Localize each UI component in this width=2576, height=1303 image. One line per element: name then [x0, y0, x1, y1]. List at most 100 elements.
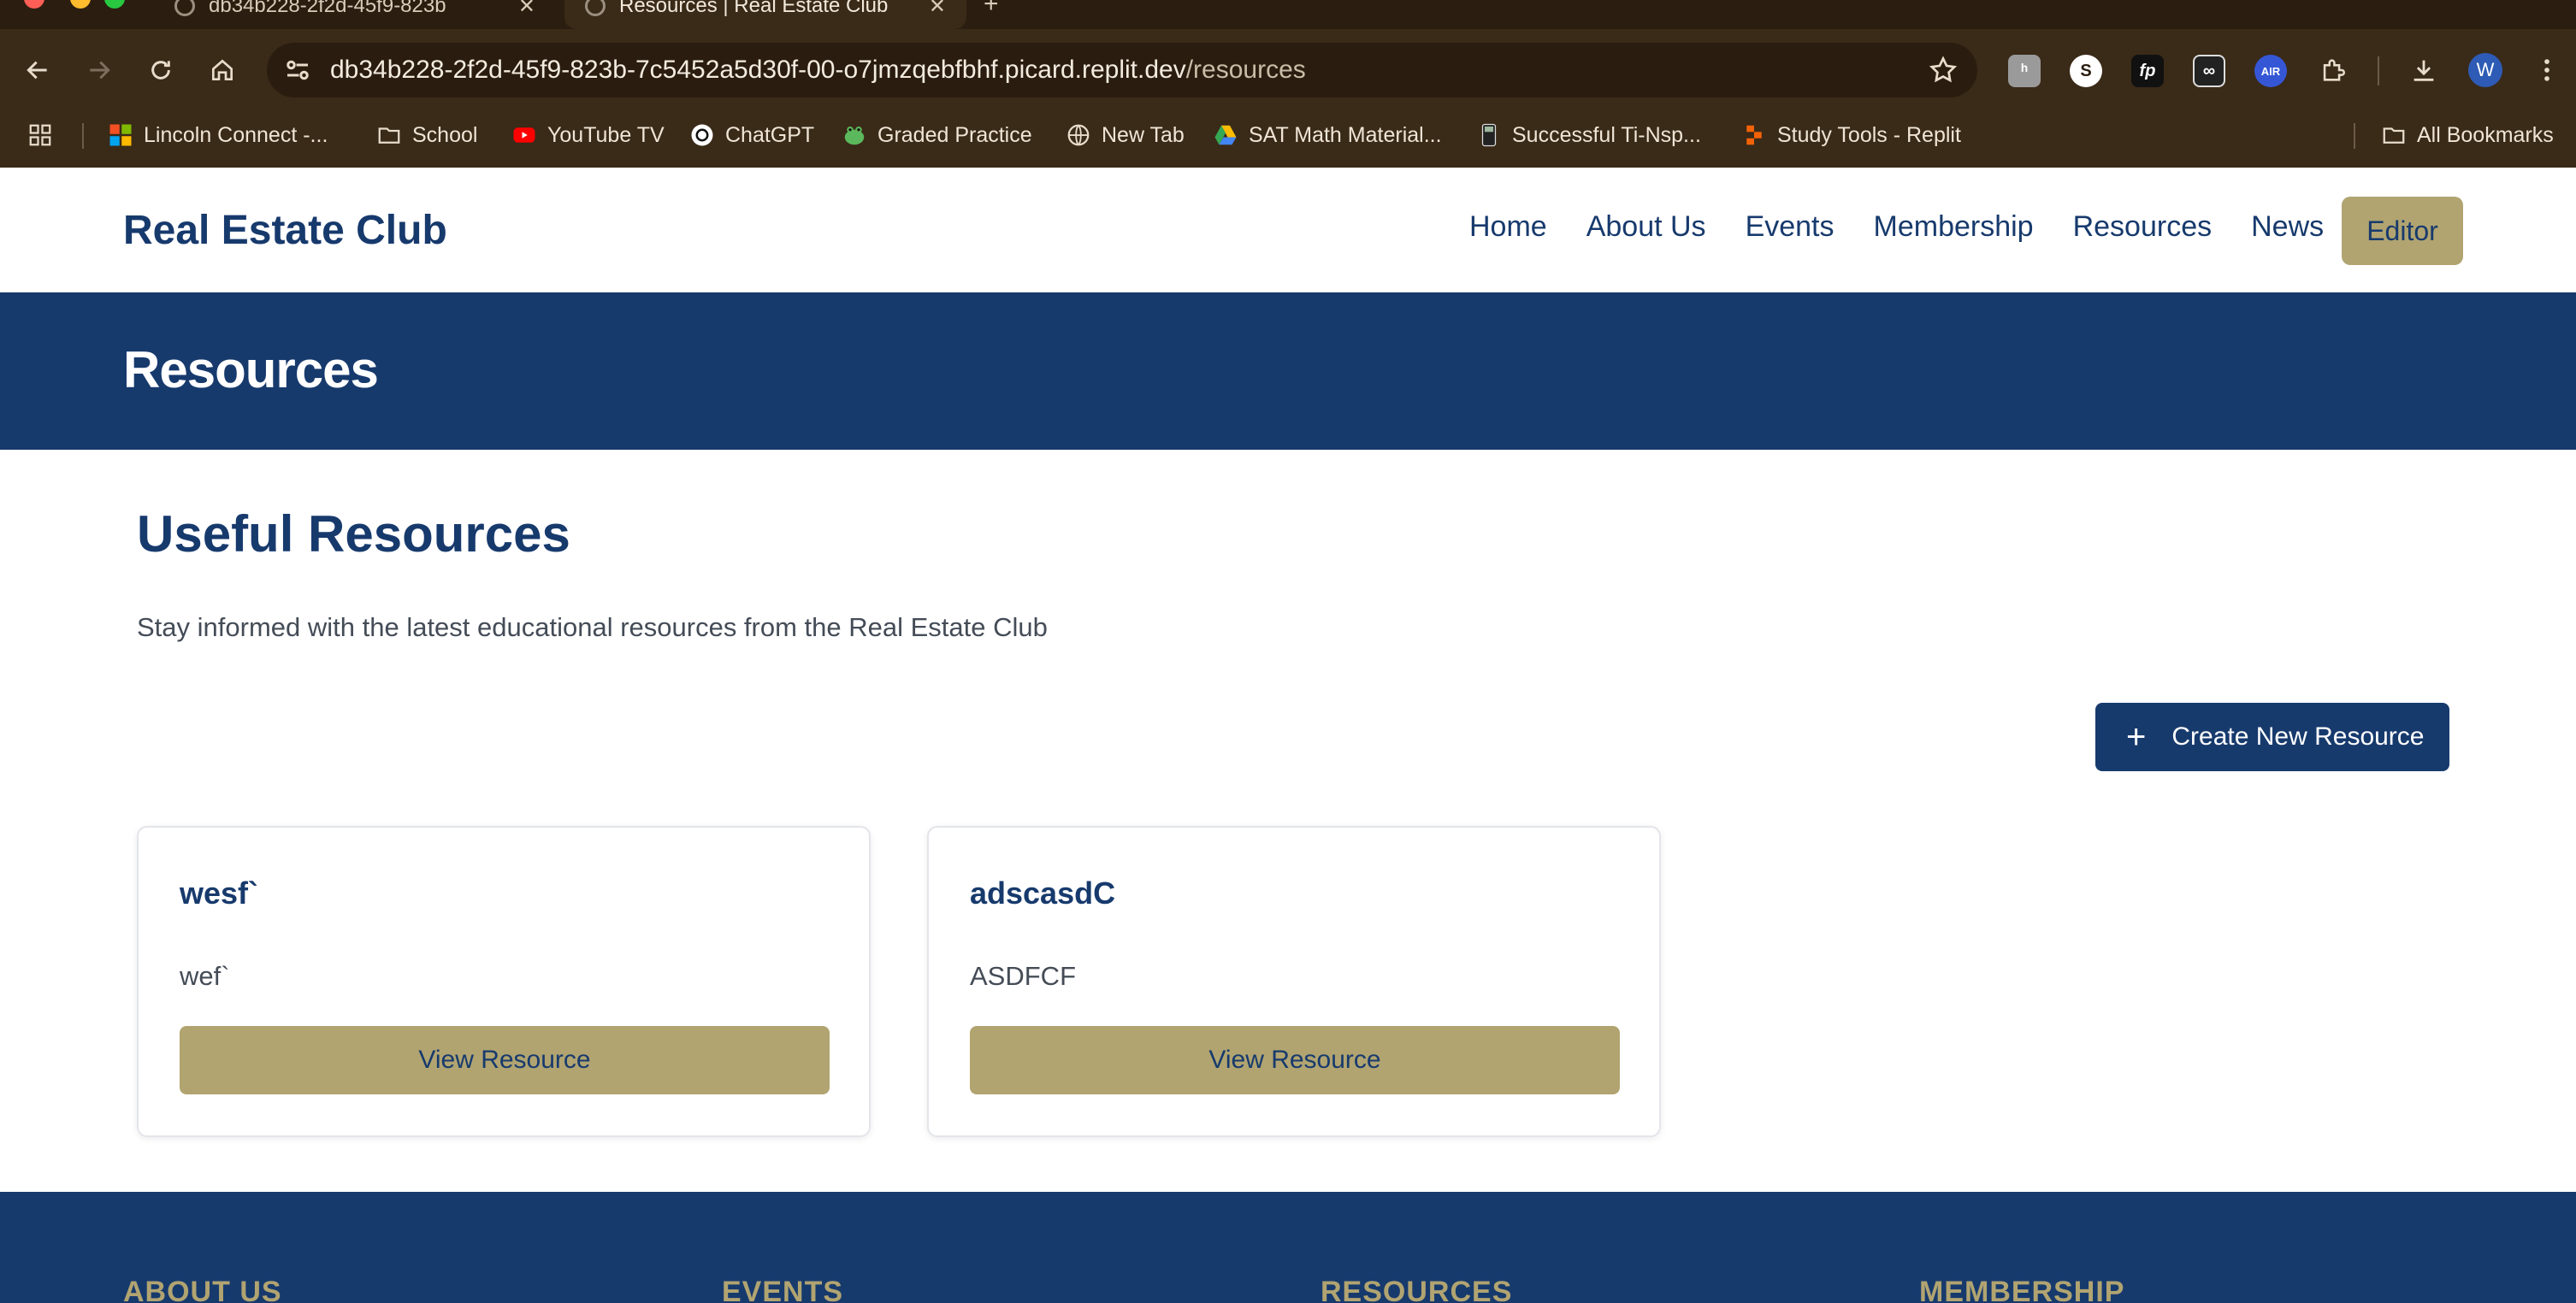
- tab-title: db34b228-2f2d-45f9-823b: [209, 0, 446, 17]
- nav-membership[interactable]: Membership: [1874, 210, 2034, 244]
- calculator-icon: [1481, 123, 1497, 147]
- url-text: db34b228-2f2d-45f9-823b-7c5452a5d30f-00-…: [330, 56, 1306, 85]
- all-bookmarks-button[interactable]: All Bookmarks: [2381, 118, 2554, 152]
- close-window-button[interactable]: [24, 0, 44, 9]
- nav-events[interactable]: Events: [1746, 210, 1835, 244]
- create-button-label: Create New Resource: [2171, 722, 2425, 751]
- bookmark-label: YouTube TV: [547, 122, 665, 147]
- browser-chrome: db34b228-2f2d-45f9-823b ✕ Resources | Re…: [0, 0, 2576, 168]
- bookmark-study-tools[interactable]: Study Tools - Replit: [1741, 118, 1961, 152]
- apps-button[interactable]: [27, 118, 53, 152]
- address-bar[interactable]: db34b228-2f2d-45f9-823b-7c5452a5d30f-00-…: [267, 43, 1977, 97]
- tab-title: Resources | Real Estate Club: [619, 0, 889, 17]
- footer-heading-resources: RESOURCES: [1320, 1276, 1513, 1303]
- home-button[interactable]: [198, 46, 246, 94]
- microsoft-icon: [109, 124, 132, 146]
- section-title: Useful Resources: [137, 505, 570, 563]
- view-resource-button[interactable]: View Resource: [180, 1026, 830, 1094]
- bookmark-divider: [82, 123, 84, 149]
- bookmark-lincoln-connect[interactable]: Lincoln Connect -...: [108, 118, 328, 152]
- resource-description: ASDFCF: [970, 961, 1076, 991]
- bookmark-school[interactable]: School: [376, 118, 477, 152]
- bookmarks-bar: Lincoln Connect -... School YouTube TV C…: [0, 111, 2576, 159]
- avatar: W: [2468, 53, 2502, 87]
- url-path: /resources: [1185, 56, 1306, 84]
- extension-1-icon[interactable]: ʰ: [2008, 55, 2041, 87]
- replit-icon: [1746, 125, 1762, 145]
- bookmark-label: Study Tools - Replit: [1777, 122, 1961, 147]
- maximize-window-button[interactable]: [104, 0, 125, 9]
- extension-s-icon[interactable]: S: [2070, 55, 2102, 87]
- reload-button[interactable]: [137, 46, 185, 94]
- create-new-resource-button[interactable]: + Create New Resource: [2095, 703, 2449, 771]
- extensions-button[interactable]: [2309, 46, 2357, 94]
- bookmark-label: SAT Math Material...: [1249, 122, 1442, 147]
- folder-icon: [2383, 127, 2405, 144]
- nav-resources[interactable]: Resources: [2073, 210, 2213, 244]
- puzzle-icon: [2323, 59, 2345, 81]
- main-nav: Home About Us Events Membership Resource…: [1469, 210, 2324, 244]
- nav-home[interactable]: Home: [1469, 210, 1547, 244]
- globe-icon: [585, 0, 606, 16]
- nav-news[interactable]: News: [2251, 210, 2324, 244]
- bookmark-divider: [2354, 123, 2355, 149]
- folder-icon: [378, 127, 400, 144]
- view-resource-button[interactable]: View Resource: [970, 1026, 1620, 1094]
- tab-strip: db34b228-2f2d-45f9-823b ✕ Resources | Re…: [0, 0, 2576, 29]
- footer-heading-membership: MEMBERSHIP: [1919, 1276, 2125, 1303]
- new-tab-button[interactable]: +: [984, 0, 999, 19]
- bookmark-star-icon[interactable]: [1928, 55, 1959, 85]
- browser-toolbar: db34b228-2f2d-45f9-823b-7c5452a5d30f-00-…: [0, 38, 2576, 103]
- plus-icon: +: [2126, 718, 2147, 756]
- youtube-icon: [513, 127, 535, 143]
- site-header: Real Estate Club Home About Us Events Me…: [0, 168, 2576, 292]
- site-info-icon[interactable]: [282, 55, 313, 85]
- editor-button[interactable]: Editor: [2342, 197, 2463, 265]
- bookmark-new-tab[interactable]: New Tab: [1066, 118, 1185, 152]
- bookmark-sat-math[interactable]: SAT Math Material...: [1213, 118, 1442, 152]
- resource-title: adscasdC: [970, 876, 1116, 911]
- home-icon: [212, 59, 233, 80]
- arrow-right-icon: [90, 61, 110, 80]
- tab-inactive[interactable]: db34b228-2f2d-45f9-823b ✕: [154, 0, 556, 29]
- fp-extension-icon[interactable]: fp: [2131, 55, 2164, 87]
- resource-card: wesf` wef` View Resource: [137, 826, 871, 1137]
- glasses-extension-icon[interactable]: ∞: [2193, 55, 2225, 87]
- footer-heading-events: EVENTS: [722, 1276, 844, 1303]
- bookmark-label: Successful Ti-Nsp...: [1512, 122, 1701, 147]
- frog-icon: [844, 127, 865, 145]
- section-subtitle: Stay informed with the latest educationa…: [137, 612, 1048, 642]
- resource-title: wesf`: [180, 876, 259, 911]
- minimize-window-button[interactable]: [70, 0, 91, 9]
- globe-icon: [174, 0, 195, 16]
- tab-active[interactable]: Resources | Real Estate Club ✕: [564, 0, 966, 29]
- resource-description: wef`: [180, 961, 230, 991]
- back-button[interactable]: [14, 46, 62, 94]
- air-extension-icon[interactable]: AIR: [2254, 55, 2287, 87]
- globe-icon: [1067, 124, 1090, 146]
- bookmark-graded-practice[interactable]: Graded Practice: [842, 118, 1032, 152]
- site-footer: ABOUT US EVENTS RESOURCES MEMBERSHIP: [0, 1192, 2576, 1303]
- browser-menu-button[interactable]: [2523, 46, 2571, 94]
- downloads-button[interactable]: [2400, 46, 2448, 94]
- url-host: db34b228-2f2d-45f9-823b-7c5452a5d30f-00-…: [330, 56, 1186, 84]
- bookmark-chatgpt[interactable]: ChatGPT: [689, 118, 814, 152]
- page-title: Resources: [123, 341, 379, 398]
- site-logo[interactable]: Real Estate Club: [123, 207, 447, 254]
- toolbar-divider: [2378, 56, 2379, 85]
- all-bookmarks-label: All Bookmarks: [2417, 122, 2554, 147]
- reload-icon: [151, 61, 170, 80]
- footer-heading-about: ABOUT US: [123, 1276, 282, 1303]
- google-drive-icon: [1214, 125, 1237, 145]
- bookmark-youtube-tv[interactable]: YouTube TV: [511, 118, 665, 152]
- bookmark-label: School: [412, 122, 478, 147]
- page-banner: Resources: [0, 292, 2576, 450]
- apps-grid-icon: [29, 124, 51, 146]
- nav-about-us[interactable]: About Us: [1586, 210, 1706, 244]
- close-tab-icon[interactable]: ✕: [518, 0, 535, 19]
- bookmark-ti-nspire[interactable]: Successful Ti-Nsp...: [1476, 118, 1701, 152]
- arrow-left-icon: [27, 61, 47, 80]
- forward-button[interactable]: [75, 46, 123, 94]
- profile-button[interactable]: W: [2461, 46, 2509, 94]
- close-tab-icon[interactable]: ✕: [929, 0, 946, 19]
